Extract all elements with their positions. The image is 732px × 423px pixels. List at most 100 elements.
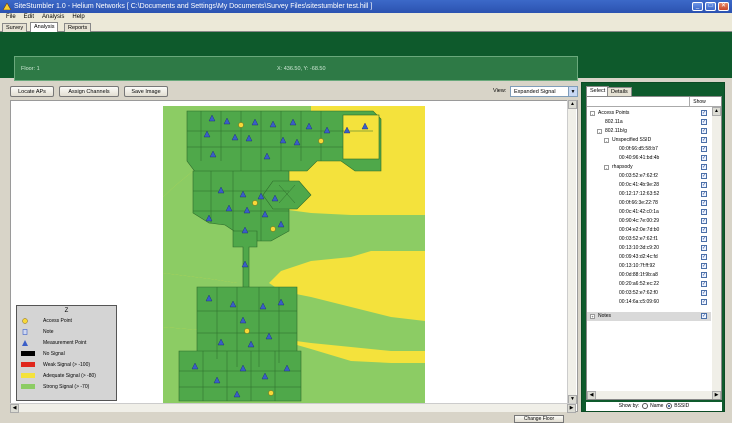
access-point-tree[interactable]: Show - Access Points ✓ 802.11a ✓ -802.11b/g ✓ -… [586, 96, 722, 400]
tree-node-label: 00:14:6a:c5:09:60 [619, 299, 660, 305]
tree-node-label: 00:20:a6:52:ec:22 [619, 281, 660, 287]
show-by-bssid-label[interactable]: BSSID [674, 403, 689, 409]
tree-node[interactable]: 00:14:6a:c5:09:60 ✓ [587, 298, 711, 307]
tree-node-notes[interactable]: + Notes ✓ [587, 312, 711, 321]
show-by-name-radio[interactable] [641, 402, 648, 409]
show-checkbox[interactable]: ✓ [701, 173, 707, 179]
collapse-icon[interactable]: - [604, 165, 609, 170]
show-checkbox[interactable]: ✓ [701, 290, 707, 296]
tree-node[interactable]: 00:09:43:d2:4c:fd ✓ [587, 253, 711, 262]
scroll-right-icon[interactable]: ▶ [712, 391, 721, 399]
tree-node[interactable]: 00:90:4c:7e:00:29 ✓ [587, 217, 711, 226]
tab-select[interactable]: Select [586, 86, 610, 96]
tree-node[interactable]: 00:40:96:41:bd:4b ✓ [587, 154, 711, 163]
show-checkbox[interactable]: ✓ [701, 119, 707, 125]
show-checkbox[interactable]: ✓ [701, 281, 707, 287]
show-checkbox[interactable]: ✓ [701, 299, 707, 305]
assign-channels-button[interactable]: Assign Channels [59, 86, 119, 97]
tree-node[interactable]: 00:0f:66:d5:58:b7 ✓ [587, 145, 711, 154]
show-checkbox[interactable]: ✓ [701, 200, 707, 206]
tree-node[interactable]: - rhapsody ✓ [587, 163, 711, 172]
menu-help[interactable]: Help [72, 13, 84, 22]
collapse-icon[interactable]: - [590, 111, 595, 116]
scroll-up-icon[interactable]: ▲ [712, 107, 721, 116]
scroll-left-icon[interactable]: ◀ [587, 391, 596, 399]
tree-horizontal-scrollbar[interactable]: ◀ ▶ [587, 391, 721, 399]
tree-node[interactable]: 00:0c:41:4b:9e:28 ✓ [587, 181, 711, 190]
legend-label: Strong Signal (> -70) [43, 384, 90, 390]
tab-survey[interactable]: Survey [2, 23, 28, 32]
tree-node-label: 00:12:17:12:63:52 [619, 191, 660, 197]
tree-node[interactable]: 00:03:52:e7:62:f0 ✓ [587, 289, 711, 298]
tree-node[interactable]: 00:13:10:7f:ff:92 ✓ [587, 262, 711, 271]
show-checkbox[interactable]: ✓ [701, 254, 707, 260]
tree-node[interactable]: 00:0d:88:1f:9b:a8 ✓ [587, 271, 711, 280]
show-checkbox[interactable]: ✓ [701, 313, 707, 319]
measurement-point-icon [21, 340, 35, 347]
tree-node-label: 00:90:4c:7e:00:29 [619, 218, 660, 224]
show-by-group: Show by: Name BSSID [586, 402, 722, 411]
tab-details[interactable]: Details [607, 87, 632, 96]
tree-node[interactable]: 00:0c:41:42:c0:1a ✓ [587, 208, 711, 217]
change-floor-button[interactable]: Change Floor [514, 415, 564, 423]
show-checkbox[interactable]: ✓ [701, 218, 707, 224]
tree-node[interactable]: - Unspecified SSID ✓ [587, 136, 711, 145]
save-image-button[interactable]: Save Image [124, 86, 168, 97]
show-checkbox[interactable]: ✓ [701, 227, 707, 233]
tree-node[interactable]: -802.11b/g ✓ [587, 127, 711, 136]
tree-node[interactable]: 00:03:52:e7:62:f1 ✓ [587, 235, 711, 244]
tree-node[interactable]: 802.11a ✓ [587, 118, 711, 127]
view-select[interactable]: Expanded Signal ▼ [510, 86, 578, 97]
tree-node[interactable]: 00:04:e2:0e:7d:b0 ✓ [587, 226, 711, 235]
scroll-left-icon[interactable]: ◀ [10, 404, 19, 413]
tree-node[interactable]: - Access Points ✓ [587, 109, 711, 118]
tree-node-label: 00:0c:41:42:c0:1a [619, 209, 659, 215]
show-checkbox[interactable]: ✓ [701, 263, 707, 269]
show-checkbox[interactable]: ✓ [701, 236, 707, 242]
show-checkbox[interactable]: ✓ [701, 191, 707, 197]
show-by-name-label[interactable]: Name [650, 403, 663, 409]
menu-edit[interactable]: Edit [24, 13, 34, 22]
show-checkbox[interactable]: ✓ [701, 155, 707, 161]
locate-aps-button[interactable]: Locate APs [10, 86, 54, 97]
scroll-right-icon[interactable]: ▶ [567, 404, 576, 413]
expand-icon[interactable]: + [590, 314, 595, 319]
collapse-icon[interactable]: - [597, 129, 602, 134]
tree-node[interactable]: 00:0f:66:3e:22:78 ✓ [587, 199, 711, 208]
minimize-button[interactable]: _ [692, 2, 703, 11]
map-horizontal-scrollbar[interactable]: ◀ ▶ [10, 403, 576, 413]
tree-node[interactable]: 00:20:a6:52:ec:22 ✓ [587, 280, 711, 289]
show-by-bssid-radio[interactable] [665, 402, 672, 409]
legend-item-access-point: Access Point [21, 317, 72, 325]
close-button[interactable]: ✕ [718, 2, 729, 11]
show-checkbox[interactable]: ✓ [701, 164, 707, 170]
show-checkbox[interactable]: ✓ [701, 110, 707, 116]
tree-node[interactable]: 00:13:10:3d:c9:20 ✓ [587, 244, 711, 253]
show-checkbox[interactable]: ✓ [701, 272, 707, 278]
menu-analysis[interactable]: Analysis [42, 13, 64, 22]
maximize-button[interactable]: □ [705, 2, 716, 11]
show-checkbox[interactable]: ✓ [701, 245, 707, 251]
map-vertical-scrollbar[interactable]: ▲ ▼ [567, 100, 577, 404]
tree-node[interactable]: 00:03:52:e7:62:f2 ✓ [587, 172, 711, 181]
chevron-down-icon[interactable]: ▼ [568, 87, 577, 96]
show-checkbox[interactable]: ✓ [701, 137, 707, 143]
menu-file[interactable]: File [6, 13, 16, 22]
analysis-toolbar: Locate APs Assign Channels Save Image Vi… [10, 86, 578, 98]
menu-bar: File Edit Analysis Help [0, 13, 732, 22]
tree-vertical-scrollbar[interactable]: ▲ [712, 107, 721, 392]
scroll-up-icon[interactable]: ▲ [568, 100, 577, 109]
tree-node-label: 00:09:43:d2:4c:fd [619, 254, 658, 260]
collapse-icon[interactable]: - [604, 138, 609, 143]
tab-reports[interactable]: Reports [64, 23, 92, 32]
tab-analysis[interactable]: Analysis [30, 22, 59, 32]
right-panel-tabs: Select Details [586, 86, 722, 96]
tree-node[interactable]: 00:12:17:12:63:52 ✓ [587, 190, 711, 199]
show-checkbox[interactable]: ✓ [701, 182, 707, 188]
show-checkbox[interactable]: ✓ [701, 128, 707, 134]
tree-node-label: 802.11a [605, 119, 623, 125]
show-column-header[interactable]: Show [689, 97, 709, 107]
legend-item-measurement-point: Measurement Point [21, 339, 86, 347]
show-checkbox[interactable]: ✓ [701, 146, 707, 152]
show-checkbox[interactable]: ✓ [701, 209, 707, 215]
